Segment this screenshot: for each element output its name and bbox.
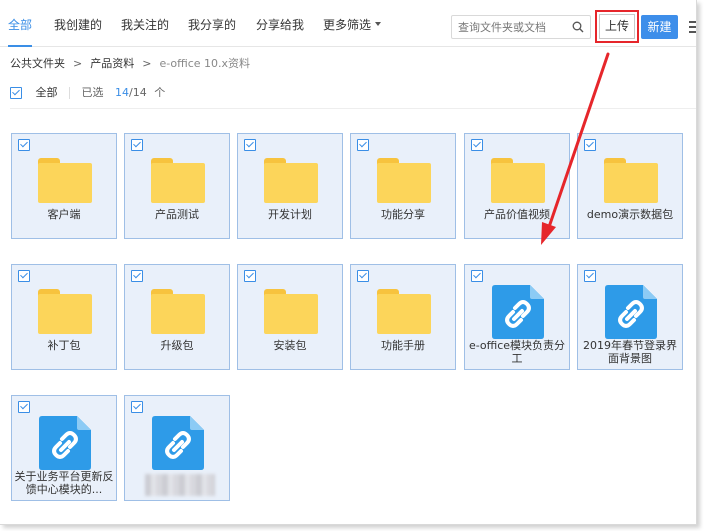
file-card[interactable]: 产品价值视频 xyxy=(464,133,570,239)
folder-icon xyxy=(604,158,658,204)
item-checkbox[interactable] xyxy=(18,270,30,282)
folder-icon xyxy=(38,289,92,335)
divider xyxy=(69,87,70,99)
link-file-icon xyxy=(605,285,657,339)
folder-icon xyxy=(151,158,205,204)
file-name: 功能分享 xyxy=(381,208,425,221)
file-name: 客户端 xyxy=(47,208,81,221)
item-checkbox[interactable] xyxy=(131,139,143,151)
file-name: demo演示数据包 xyxy=(586,208,674,221)
file-name: e-office模块负责分工 xyxy=(468,339,566,365)
folder-icon xyxy=(264,289,318,335)
filter-tabs: 全部 我创建的 我关注的 我分享的 分享给我 更多筛选 xyxy=(0,0,696,47)
folder-icon xyxy=(491,158,545,204)
select-all-checkbox[interactable] xyxy=(10,87,22,99)
search-box xyxy=(451,15,591,39)
search-icon[interactable] xyxy=(572,21,584,33)
link-file-icon xyxy=(492,285,544,339)
item-checkbox[interactable] xyxy=(471,270,483,282)
file-card[interactable]: 补丁包 xyxy=(11,264,117,370)
file-card[interactable]: 关于业务平台更新反馈中心模块的... xyxy=(11,395,117,501)
tab-created-by-me[interactable]: 我创建的 xyxy=(54,0,102,46)
redacted-name xyxy=(145,474,215,496)
item-checkbox[interactable] xyxy=(131,270,143,282)
file-name: 关于业务平台更新反馈中心模块的... xyxy=(14,470,114,496)
file-card[interactable]: 安装包 xyxy=(237,264,343,370)
divider xyxy=(10,108,696,109)
selected-label: 已选 xyxy=(81,86,104,99)
link-file-icon xyxy=(152,416,204,470)
tab-shared-by-me[interactable]: 我分享的 xyxy=(188,0,236,46)
breadcrumb: 公共文件夹 > 产品资料 > e-office 10.x资料 xyxy=(10,55,250,73)
chevron-right-icon: > xyxy=(142,57,152,70)
tab-shared-with-me[interactable]: 分享给我 xyxy=(256,0,304,46)
breadcrumb-public-folder[interactable]: 公共文件夹 xyxy=(10,57,65,70)
selection-bar: 全部 已选 14/14 个 xyxy=(10,84,165,102)
file-card[interactable]: 产品测试 xyxy=(124,133,230,239)
item-checkbox[interactable] xyxy=(357,270,369,282)
file-card[interactable]: e-office模块负责分工 xyxy=(464,264,570,370)
folder-icon xyxy=(151,289,205,335)
item-checkbox[interactable] xyxy=(18,139,30,151)
item-checkbox[interactable] xyxy=(244,270,256,282)
file-card[interactable] xyxy=(124,395,230,501)
folder-icon xyxy=(377,158,431,204)
tab-all[interactable]: 全部 xyxy=(8,0,33,47)
file-name: 升级包 xyxy=(160,339,194,352)
tab-more-filters[interactable]: 更多筛选 xyxy=(323,0,382,46)
folder-icon xyxy=(264,158,318,204)
item-checkbox[interactable] xyxy=(244,139,256,151)
file-name: 安装包 xyxy=(273,339,307,352)
selected-count: 14 xyxy=(115,86,129,99)
file-manager-window: 全部 我创建的 我关注的 我分享的 分享给我 更多筛选 上传 新建 公共文件夹 >… xyxy=(0,0,697,525)
item-checkbox[interactable] xyxy=(357,139,369,151)
item-checkbox[interactable] xyxy=(18,401,30,413)
folder-icon xyxy=(38,158,92,204)
total-count: /14 xyxy=(129,86,147,99)
breadcrumb-current: e-office 10.x资料 xyxy=(159,57,251,70)
file-card[interactable]: 2019年春节登录界面背景图 xyxy=(577,264,683,370)
count-unit: 个 xyxy=(154,86,166,99)
file-name: 2019年春节登录界面背景图 xyxy=(583,339,677,365)
file-name: 补丁包 xyxy=(47,339,81,352)
more-filters-label: 更多筛选 xyxy=(323,18,372,32)
file-card[interactable]: 功能分享 xyxy=(350,133,456,239)
file-card[interactable]: demo演示数据包 xyxy=(577,133,683,239)
item-checkbox[interactable] xyxy=(584,270,596,282)
link-file-icon xyxy=(39,416,91,470)
item-checkbox[interactable] xyxy=(584,139,596,151)
new-button[interactable]: 新建 xyxy=(641,15,678,39)
file-card[interactable]: 升级包 xyxy=(124,264,230,370)
file-card[interactable]: 客户端 xyxy=(11,133,117,239)
breadcrumb-product-materials[interactable]: 产品资料 xyxy=(90,57,134,70)
file-card[interactable]: 开发计划 xyxy=(237,133,343,239)
upload-button[interactable]: 上传 xyxy=(599,14,635,39)
item-checkbox[interactable] xyxy=(131,401,143,413)
tab-followed[interactable]: 我关注的 xyxy=(121,0,169,46)
list-menu-icon[interactable] xyxy=(689,21,696,33)
caret-down-icon xyxy=(375,21,382,26)
file-card[interactable]: 功能手册 xyxy=(350,264,456,370)
search-input[interactable] xyxy=(458,18,566,36)
chevron-right-icon: > xyxy=(73,57,83,70)
file-name: 开发计划 xyxy=(268,208,312,221)
item-checkbox[interactable] xyxy=(471,139,483,151)
select-all-label[interactable]: 全部 xyxy=(36,86,58,99)
file-name: 产品价值视频 xyxy=(484,208,550,221)
folder-icon xyxy=(377,289,431,335)
file-name: 功能手册 xyxy=(381,339,425,352)
file-name: 产品测试 xyxy=(155,208,199,221)
